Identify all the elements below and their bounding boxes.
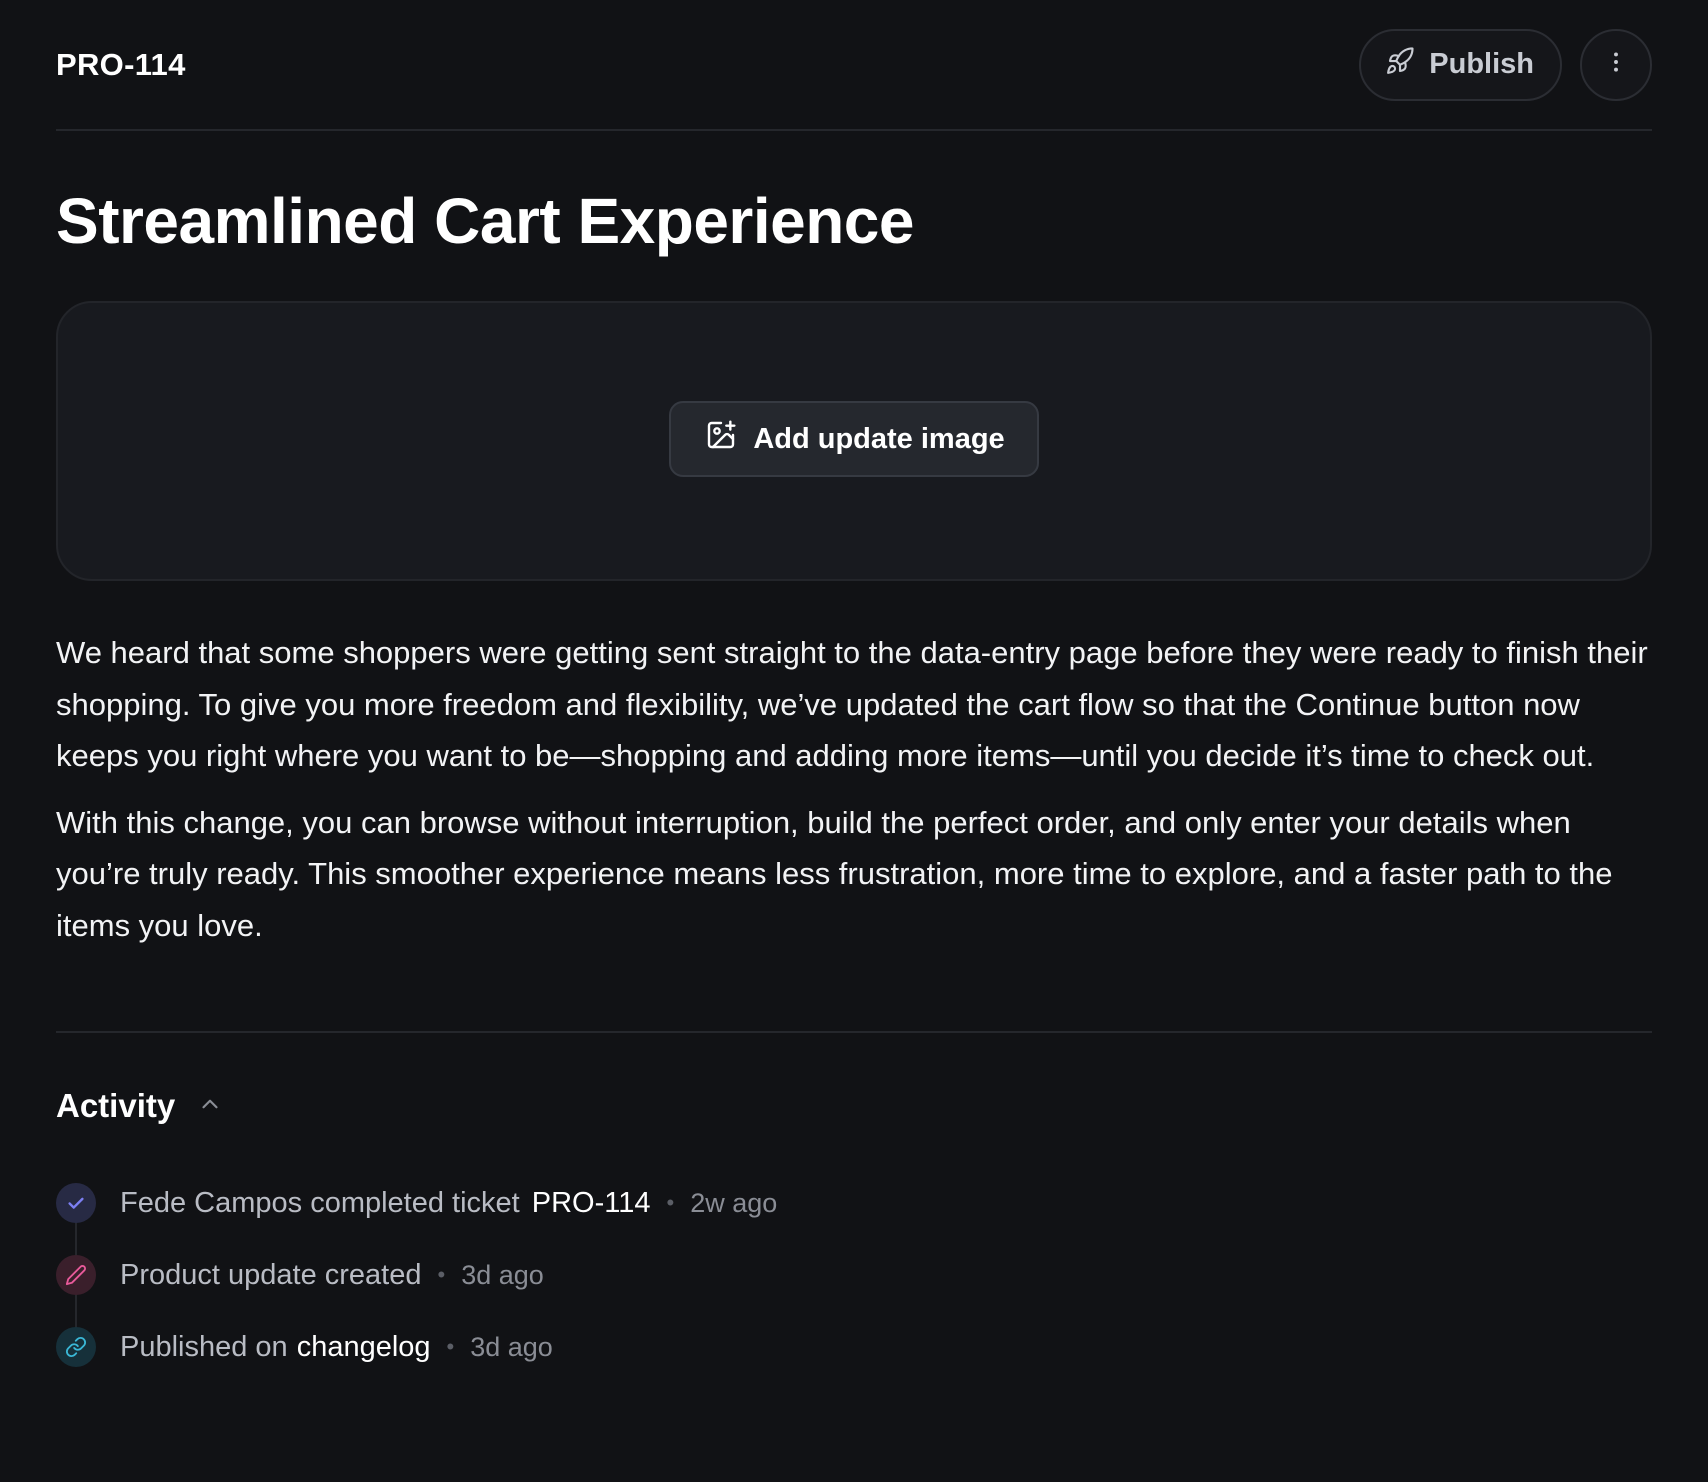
activity-description: Fede Campos completed ticket	[120, 1186, 520, 1219]
body-paragraph: We heard that some shoppers were getting…	[56, 635, 1648, 773]
update-title[interactable]: Streamlined Cart Experience	[56, 189, 1652, 253]
activity-time: 3d ago	[470, 1331, 553, 1362]
activity-item: Fede Campos completed ticket PRO-114 • 2…	[56, 1167, 1652, 1239]
activity-title: Activity	[56, 1087, 176, 1124]
activity-text: Product update created • 3d ago	[120, 1259, 544, 1292]
activity-text: Fede Campos completed ticket PRO-114 • 2…	[120, 1187, 777, 1220]
activity-header[interactable]: Activity	[56, 1087, 1652, 1125]
more-options-button[interactable]	[1580, 28, 1652, 101]
activity-list: Fede Campos completed ticket PRO-114 • 2…	[56, 1167, 1652, 1383]
publish-label: Publish	[1429, 48, 1534, 80]
ticket-reference[interactable]: PRO-114	[532, 1187, 651, 1220]
header-bar: PRO-114 Publish	[56, 0, 1652, 131]
activity-time: 2w ago	[690, 1187, 778, 1218]
publish-button[interactable]: Publish	[1359, 28, 1562, 101]
header-actions: Publish	[1359, 28, 1652, 101]
image-plus-icon	[705, 419, 737, 459]
changelog-link[interactable]: changelog	[297, 1331, 431, 1364]
check-icon	[56, 1183, 96, 1223]
activity-time: 3d ago	[461, 1259, 544, 1290]
separator-dot: •	[666, 1190, 675, 1215]
product-update-page: PRO-114 Publish Streamlined Cart Experie…	[0, 0, 1708, 1482]
activity-item: Product update created • 3d ago	[56, 1239, 1652, 1311]
link-icon	[56, 1327, 96, 1367]
more-vertical-icon	[1603, 49, 1629, 80]
activity-item: Published on changelog • 3d ago	[56, 1311, 1652, 1383]
separator-dot: •	[446, 1334, 455, 1359]
activity-description: Product update created	[120, 1258, 422, 1291]
ticket-id: PRO-114	[56, 46, 186, 82]
add-update-image-button[interactable]: Add update image	[669, 401, 1039, 477]
chevron-up-icon[interactable]	[197, 1091, 223, 1122]
add-update-image-label: Add update image	[753, 422, 1005, 455]
divider	[56, 1031, 1652, 1033]
body-paragraph: With this change, you can browse without…	[56, 804, 1613, 943]
activity-text: Published on changelog • 3d ago	[120, 1331, 553, 1364]
rocket-icon	[1385, 46, 1415, 84]
separator-dot: •	[437, 1262, 446, 1287]
activity-description: Published on	[120, 1330, 288, 1363]
pencil-icon	[56, 1255, 96, 1295]
update-body[interactable]: We heard that some shoppers were getting…	[56, 627, 1652, 951]
image-drop-area[interactable]: Add update image	[56, 301, 1652, 581]
